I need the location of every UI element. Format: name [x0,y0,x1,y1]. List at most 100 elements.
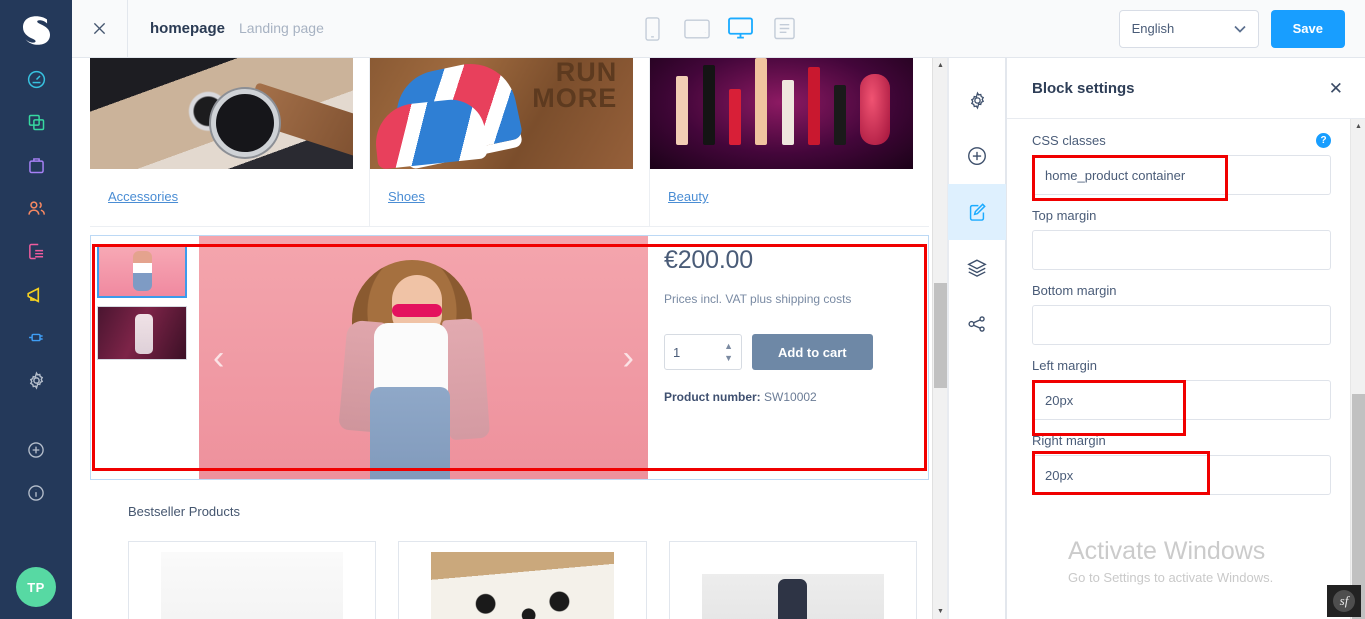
sidebar-item-customers[interactable] [0,187,72,230]
tool-edit-block[interactable] [948,184,1006,240]
model-jeans [369,386,450,479]
shoes-overlay-line1: RUN [555,58,618,87]
category-beauty[interactable]: Beauty [650,58,929,226]
bestseller-card-2[interactable] [398,541,647,619]
tool-settings[interactable] [948,72,1006,128]
category-accessories-label[interactable]: Accessories [90,169,353,226]
tablet-icon [683,18,710,39]
chevron-down-icon[interactable]: ▼ [724,353,733,363]
top-right-actions: English Save [1118,9,1365,48]
content-icon [28,243,43,260]
shoes-overlay-text: RUN MORE [532,58,618,113]
chevron-up-icon[interactable]: ▲ [724,341,733,351]
beauty-bottle-6 [807,66,820,145]
shopware-logo[interactable] [0,0,72,58]
carousel-prev-button[interactable]: ‹ [213,341,224,375]
canvas-scroll-up-button[interactable]: ▲ [933,58,947,73]
right-margin-input[interactable] [1032,455,1331,495]
field-right-margin-label-row: Right margin [1032,433,1331,448]
panel-scroll-up-button[interactable]: ▲ [1351,119,1365,134]
field-top-margin-label-row: Top margin [1032,208,1331,223]
beauty-bottle-1 [676,75,689,145]
canvas-scroll-down-button[interactable]: ▼ [933,604,947,619]
breadcrumb-page-name[interactable]: homepage [150,20,225,37]
carousel-next-button[interactable]: › [623,341,634,375]
language-select[interactable]: English [1118,9,1259,48]
field-left-margin: Left margin [1031,358,1331,436]
tool-share[interactable] [948,296,1006,352]
gauge-icon [27,70,45,89]
bestseller-image-2 [431,552,614,619]
sidebar-item-settings[interactable] [0,359,72,402]
beauty-bottle-4 [755,58,768,145]
bestseller-image-1 [161,552,344,619]
beauty-bottle-3 [728,89,741,145]
field-right-margin-label: Right margin [1032,433,1106,448]
quantity-spinner[interactable]: ▲ ▼ [724,341,733,363]
plus-circle-icon [28,441,44,458]
category-beauty-label[interactable]: Beauty [650,169,913,226]
product-hero-image[interactable]: ‹ › [199,236,648,479]
sidebar-item-extensions[interactable] [0,316,72,359]
field-bottom-margin-label: Bottom margin [1032,283,1117,298]
top-margin-input[interactable] [1032,230,1331,270]
shoes-overlay-line2: MORE [532,82,618,113]
css-classes-input[interactable] [1032,155,1331,195]
category-tiles-row: Accessories RUN MORE Shoes Beauty [72,58,947,226]
form-view-button[interactable] [770,14,800,44]
product-block[interactable]: ‹ › €200.00 Prices incl. VAT plus shippi… [90,235,929,480]
chevron-down-icon [1234,25,1246,33]
close-icon [93,22,106,35]
canvas-scrollbar[interactable]: ▲ ▼ [932,58,947,619]
sidebar-item-add[interactable] [0,428,72,471]
gear-icon [29,371,43,390]
bestseller-card-3[interactable] [668,541,917,619]
block-settings-body: CSS classes ? Top margin [1007,119,1365,619]
field-css-classes-label-row: CSS classes ? [1032,133,1331,148]
mobile-view-button[interactable] [638,14,668,44]
panel-close-button[interactable]: ✕ [1329,80,1343,97]
product-thumbnail-1[interactable] [97,244,187,298]
symfony-logo-icon: sf [1333,590,1355,612]
category-accessories[interactable]: Accessories [90,58,370,226]
model-sunglasses [392,304,443,318]
sidebar-item-help[interactable] [0,471,72,514]
language-select-value: English [1131,21,1175,36]
watch-band [244,82,353,158]
left-margin-input[interactable] [1032,380,1331,420]
sidebar-item-orders[interactable] [0,144,72,187]
plus-circle-icon [968,147,986,165]
page-preview-canvas[interactable]: Accessories RUN MORE Shoes Beauty ‹ › €2… [72,58,948,619]
app-root: TP homepage Landing page English Save Ac… [0,0,1365,619]
save-button[interactable]: Save [1270,9,1345,48]
product-vat-note: Prices incl. VAT plus shipping costs [664,292,852,306]
tablet-view-button[interactable] [682,14,712,44]
sidebar-item-marketing[interactable] [0,273,72,316]
quantity-input[interactable] [673,344,713,360]
sidebar-item-content[interactable] [0,230,72,273]
close-editor-button[interactable] [72,0,128,57]
symfony-toolbar-badge[interactable]: sf [1327,585,1361,617]
sidebar-item-dashboard[interactable] [0,58,72,101]
field-css-classes: CSS classes ? [1031,133,1331,201]
add-to-cart-button[interactable]: Add to cart [752,334,873,370]
quantity-stepper[interactable]: ▲ ▼ [664,334,742,370]
canvas-scroll-thumb[interactable] [934,283,947,388]
avatar[interactable]: TP [16,567,56,607]
sidebar-item-catalogues[interactable] [0,101,72,144]
main-sidebar: TP [0,0,72,619]
desktop-view-button[interactable] [726,14,756,44]
help-icon[interactable]: ? [1316,133,1331,148]
category-shoes[interactable]: RUN MORE Shoes [370,58,650,226]
breadcrumb-page-type: Landing page [239,20,324,36]
block-tool-strip [948,58,1006,619]
panel-scrollbar[interactable]: ▲ [1350,119,1365,619]
category-shoes-label[interactable]: Shoes [370,169,633,226]
product-thumbnail-2[interactable] [97,306,187,360]
bottom-margin-input[interactable] [1032,305,1331,345]
tool-add-block[interactable] [948,128,1006,184]
bestseller-card-1[interactable] [128,541,377,619]
field-left-margin-label-row: Left margin [1032,358,1331,373]
tool-layers[interactable] [948,240,1006,296]
beauty-bottle-2 [702,64,715,145]
